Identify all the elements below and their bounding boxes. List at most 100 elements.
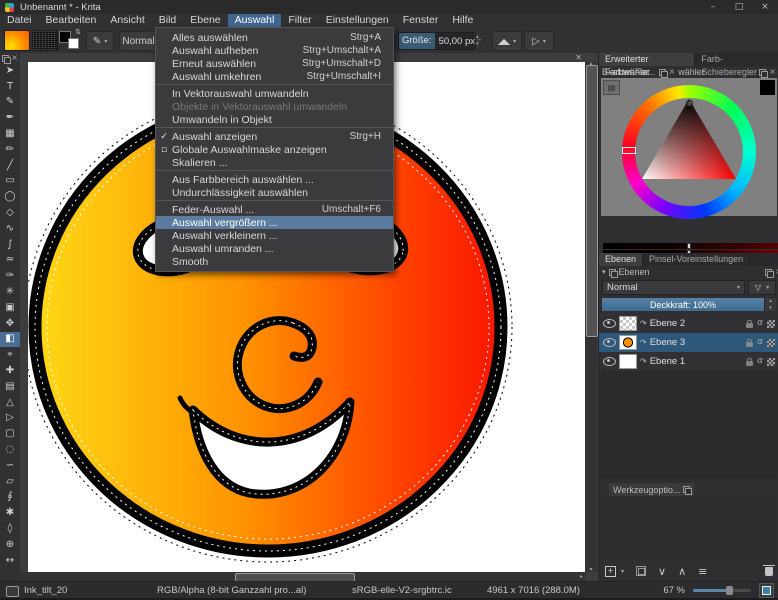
tool-button[interactable]: ✎ (0, 95, 20, 111)
pattern-swatch[interactable] (32, 30, 58, 51)
tool-button[interactable]: ◯ (0, 189, 20, 205)
scroll-right-icon[interactable]: ▸ (580, 572, 583, 581)
color-profile-label[interactable]: sRGB-elle-V2-srgbtrc.ic (352, 585, 452, 596)
tool-button[interactable]: ✒ (0, 110, 20, 126)
close-icon[interactable]: × (769, 68, 776, 76)
canvas-only-mode-button[interactable] (759, 583, 774, 598)
lock-icon[interactable] (746, 361, 753, 366)
menu-item[interactable]: Feder-Auswahl ... Umschalt+F6 (156, 203, 393, 216)
tool-options-docker-tab[interactable]: Werkzeugoptio... (609, 483, 694, 496)
horizontal-scrollbar[interactable]: ▸ (20, 572, 585, 581)
tool-button[interactable]: ▣ (0, 300, 20, 316)
menubar-item[interactable]: Ebene (183, 14, 227, 27)
tool-button[interactable]: ◇ (0, 205, 20, 221)
inherit-alpha-icon[interactable] (767, 339, 775, 347)
menubar-item[interactable]: Auswahl (228, 14, 282, 27)
menu-item[interactable]: Auswahl umkehren Strg+Umschalt+I (156, 70, 393, 85)
inherit-alpha-icon[interactable] (767, 358, 775, 366)
layer-properties-button[interactable]: ≡ (698, 565, 707, 578)
maximize-button[interactable]: □ (726, 0, 752, 14)
tool-button[interactable]: ∿ (0, 221, 20, 237)
tool-button[interactable]: ▢ (0, 426, 20, 442)
tool-button[interactable]: ∽ (0, 458, 20, 474)
tool-button[interactable]: ✑ (0, 268, 20, 284)
tool-button[interactable]: △ (0, 395, 20, 411)
tool-button[interactable]: ✱ (0, 505, 20, 521)
menubar-item[interactable]: Hilfe (445, 14, 480, 27)
menubar-item[interactable]: Fenster (396, 14, 446, 27)
layer-row[interactable]: ↷ Ebene 1 α (599, 352, 778, 371)
docker-tab[interactable]: Farb-Schieberegler (695, 53, 778, 66)
menu-item[interactable]: In Vektorauswahl umwandeln (156, 87, 393, 100)
vertical-scrollbar-thumb[interactable] (586, 65, 598, 337)
hue-ring[interactable] (622, 85, 756, 219)
float-docker-icon[interactable] (765, 269, 772, 276)
tool-button[interactable]: ➤ (0, 63, 20, 79)
layer-filter-button[interactable]: ▽ ▾ (748, 280, 776, 295)
tool-button[interactable]: ∮ (0, 490, 20, 506)
menu-item[interactable]: Erneut auswählen Strg+Umschalt+D (156, 57, 393, 70)
menu-item[interactable]: Skalieren ... (156, 156, 393, 171)
tool-button[interactable]: ≈ (0, 253, 20, 269)
tool-button[interactable]: ∫ (0, 237, 20, 253)
menu-item[interactable]: Auswahl aufheben Strg+Umschalt+A (156, 44, 393, 57)
tool-button[interactable]: ▱ (0, 474, 20, 490)
float-docker-icon[interactable] (759, 69, 766, 76)
tool-button[interactable]: T (0, 79, 20, 95)
tool-button[interactable]: ◌ (0, 442, 20, 458)
tool-button[interactable]: ▦ (0, 126, 20, 142)
mirror-view-button[interactable]: ◢◣ ▾ (492, 31, 522, 51)
docker-tab[interactable]: Ebenen (599, 253, 643, 266)
alpha-lock-icon[interactable]: α (757, 357, 763, 366)
tool-button[interactable]: ◧ (0, 332, 20, 348)
inherit-alpha-icon[interactable] (767, 320, 775, 328)
layer-thumbnail[interactable] (619, 354, 637, 369)
blending-mode-dropdown[interactable]: Normal (119, 31, 158, 51)
scroll-down-icon[interactable]: ▾ (585, 566, 597, 573)
close-icon[interactable]: × (669, 68, 676, 76)
hue-marker[interactable] (622, 147, 636, 154)
menu-item[interactable]: Alles auswählen Strg+A (156, 31, 393, 44)
menu-item[interactable]: Aus Farbbereich auswählen ... (156, 173, 393, 186)
tool-button[interactable]: ✳ (0, 284, 20, 300)
tool-button[interactable]: ⊕ (0, 537, 20, 553)
zoom-percentage[interactable]: 67 % (663, 585, 685, 596)
opacity-spinner[interactable]: ▴ ▾ (764, 298, 776, 311)
layer-thumbnail[interactable] (619, 316, 637, 331)
brush-size-spinbox[interactable]: Größe: 50,00 px ▴ ▾ (398, 32, 474, 50)
collapse-icon[interactable]: ▾ (602, 268, 606, 276)
opacity-slider[interactable]: Deckkraft: 100% (602, 298, 764, 311)
visibility-eye-icon[interactable] (603, 357, 616, 366)
visibility-eye-icon[interactable] (603, 319, 616, 328)
menubar-item[interactable]: Ansicht (103, 14, 151, 27)
color-mode-label[interactable]: RGB/Alpha (8-bit Ganzzahl pro...al) (157, 585, 306, 596)
menu-item[interactable]: Umwandeln in Objekt (156, 113, 393, 128)
tool-button[interactable]: ▭ (0, 174, 20, 190)
layer-blend-mode-dropdown[interactable]: Normal ▾ (602, 280, 745, 295)
tool-button[interactable]: ▷ (0, 411, 20, 427)
layer-row[interactable]: ↷ Ebene 2 α (599, 314, 778, 333)
detach-canvas-icon[interactable]: ✕ (575, 53, 582, 62)
menu-item[interactable]: Auswahl verkleinern ... (156, 229, 393, 242)
visibility-eye-icon[interactable] (603, 338, 616, 347)
menubar-item[interactable]: Datei (0, 14, 39, 27)
tool-button[interactable]: ▤ (0, 379, 20, 395)
swap-colors-icon[interactable]: ⇅ (75, 28, 81, 36)
minimize-button[interactable]: – (700, 0, 726, 14)
move-layer-up-button[interactable]: ∧ (678, 565, 686, 578)
menu-item[interactable]: Auswahl umranden ... (156, 242, 393, 255)
menu-item[interactable]: ▫ Globale Auswahlmaske anzeigen (156, 143, 393, 156)
menu-item[interactable]: Undurchlässigkeit auswählen (156, 186, 393, 201)
zoom-slider-knob[interactable] (726, 586, 733, 595)
tool-button[interactable]: ⌖ (0, 347, 20, 363)
layer-thumbnail[interactable] (619, 335, 637, 350)
spin-down-icon[interactable]: ▾ (765, 305, 776, 312)
color-selector-settings-button[interactable]: ▤ (603, 80, 620, 95)
float-docker-icon[interactable] (659, 69, 666, 76)
tool-button[interactable]: ✚ (0, 363, 20, 379)
menubar-item[interactable]: Einstellungen (319, 14, 396, 27)
background-color[interactable] (68, 38, 79, 49)
tool-button[interactable]: ↔ (0, 553, 20, 569)
float-docker-icon[interactable] (2, 55, 9, 62)
alpha-lock-icon[interactable]: α (757, 338, 763, 347)
